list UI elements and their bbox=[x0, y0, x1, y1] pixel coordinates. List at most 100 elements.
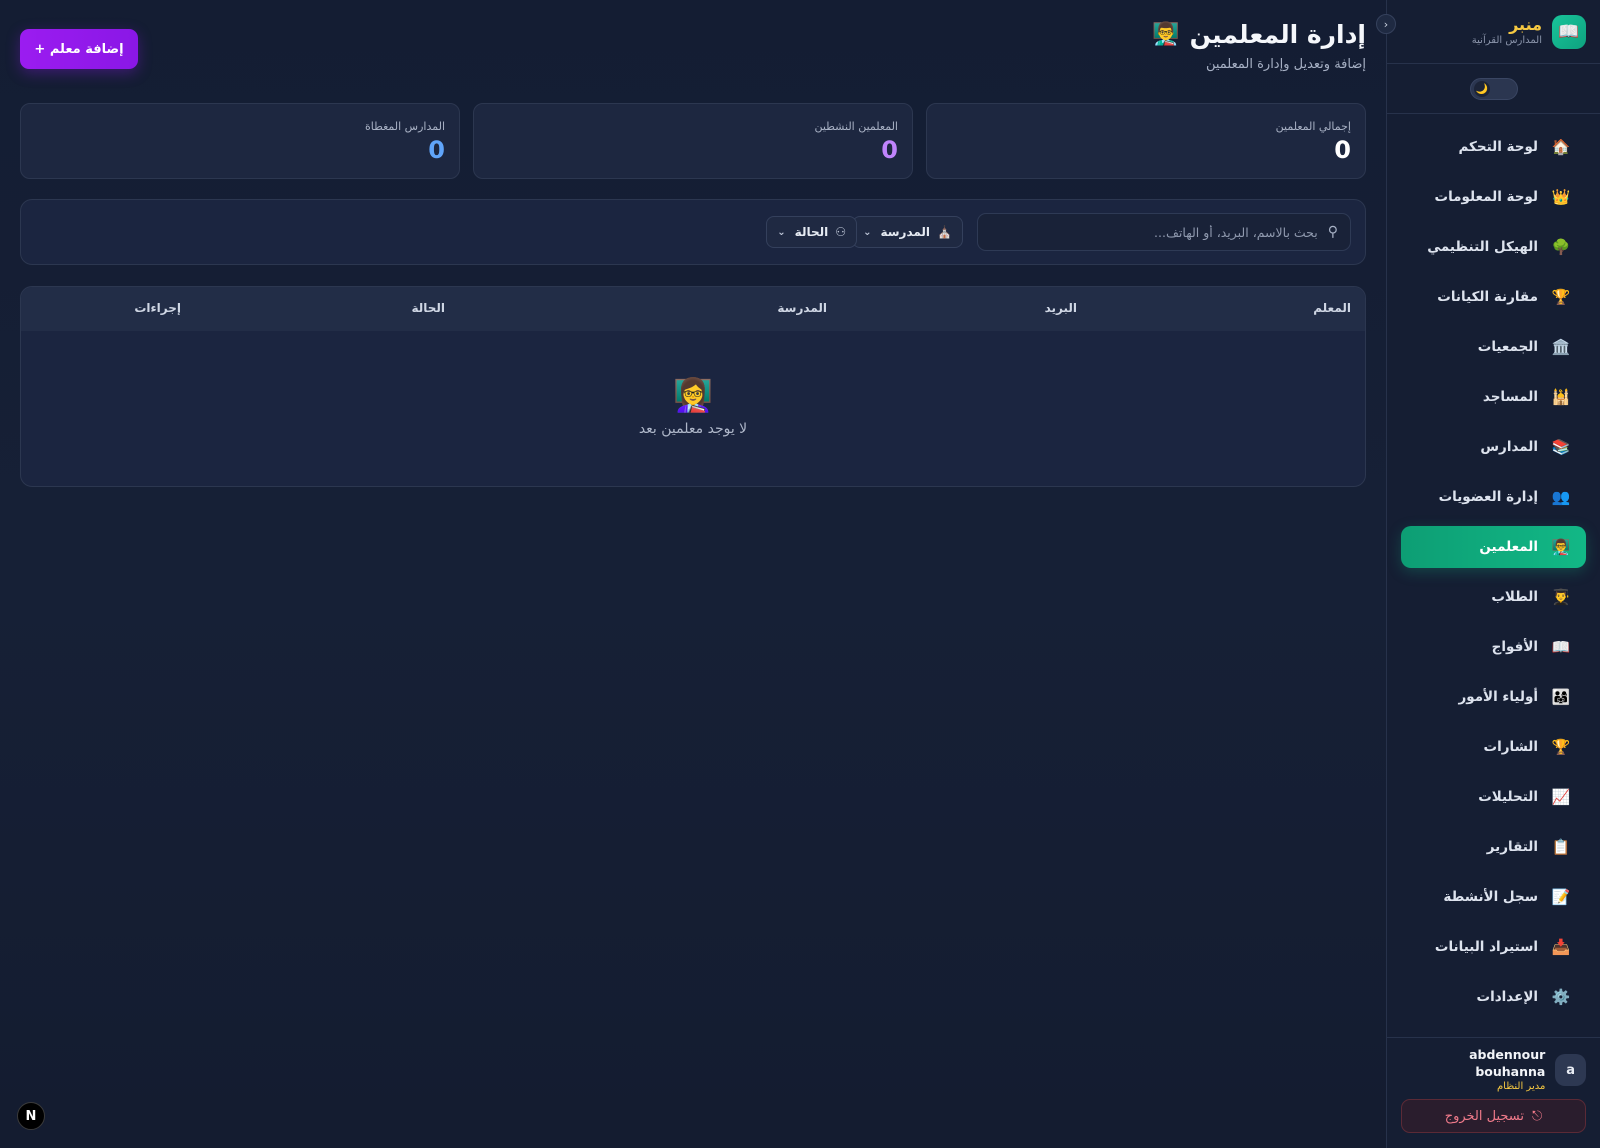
user-name: abdennour bouhanna bbox=[1469, 1047, 1546, 1079]
filter-bar: ⚲ ⛪ المدرسة ⌄ ⚇ الحالة ⌄ bbox=[20, 199, 1366, 265]
sidebar: › 📖 منبر المدارس القرآنية 🌙 🏠 لوحة التحكم… bbox=[1376, 0, 1600, 1148]
sidebar-item[interactable]: 🏛️ الجمعيات bbox=[1401, 326, 1586, 368]
sidebar-nav: 🏠 لوحة التحكم 👑 لوحة المعلومات 🌳 الهيكل التنظ… bbox=[1401, 126, 1586, 1026]
sidebar-item[interactable]: 👨‍👩‍👧 أولياء الأمور bbox=[1401, 676, 1586, 718]
search-input[interactable] bbox=[997, 224, 1318, 240]
school-filter-select[interactable]: ⛪ المدرسة ⌄ bbox=[852, 216, 963, 248]
column-header-email[interactable]: البريد bbox=[1045, 301, 1077, 315]
stat-card-covered-schools: المدارس المغطاة 0 bbox=[20, 103, 460, 179]
sidebar-item[interactable]: 🏆 مقارنة الكيانات bbox=[1401, 276, 1586, 318]
stat-value: 0 bbox=[428, 136, 445, 164]
sidebar-item-icon: 👨‍🎓 bbox=[1551, 588, 1571, 606]
column-header-teacher[interactable]: المعلم bbox=[1313, 301, 1351, 315]
sidebar-item-label: استيراد البيانات bbox=[1434, 939, 1538, 955]
teacher-icon: 👨‍🏫 bbox=[1152, 22, 1180, 47]
sidebar-item-icon: 🏛️ bbox=[1551, 338, 1571, 356]
sidebar-item[interactable]: 👑 لوحة المعلومات bbox=[1401, 176, 1586, 218]
sidebar-item[interactable]: 🏆 الشارات bbox=[1401, 726, 1586, 768]
brand[interactable]: 📖 منبر المدارس القرآنية bbox=[1401, 14, 1586, 50]
status-filter-select[interactable]: ⚇ الحالة ⌄ bbox=[766, 216, 857, 248]
sidebar-item-icon: 👥 bbox=[1551, 488, 1571, 506]
user-profile[interactable]: a abdennour bouhanna مدير النظام bbox=[1401, 1047, 1586, 1092]
sidebar-item-icon: ⚙️ bbox=[1551, 988, 1571, 1006]
stat-value: 0 bbox=[881, 136, 898, 164]
avatar: a bbox=[1555, 1054, 1586, 1086]
empty-state: 👩‍🏫 لا يوجد معلمين بعد bbox=[21, 375, 1365, 437]
moon-icon: 🌙 bbox=[1474, 81, 1490, 97]
sidebar-item-label: إدارة العضويات bbox=[1438, 489, 1538, 505]
chevron-right-icon: › bbox=[1383, 17, 1389, 31]
sidebar-item-label: المساجد bbox=[1482, 389, 1538, 405]
sidebar-item-icon: 🏆 bbox=[1551, 288, 1571, 306]
logout-label: تسجيل الخروج bbox=[1444, 1108, 1525, 1124]
sidebar-item[interactable]: 📖 الأفواج bbox=[1401, 626, 1586, 668]
sidebar-item[interactable]: 👨‍🏫 المعلمين bbox=[1401, 526, 1586, 568]
stats-row: إجمالي المعلمين 0 المعلمين النشطين 0 الم… bbox=[20, 103, 1366, 179]
sidebar-item-icon: 🌳 bbox=[1551, 238, 1571, 256]
sidebar-item-icon: 👨‍🏫 bbox=[1551, 538, 1571, 556]
stat-label: المدارس المغطاة bbox=[364, 120, 445, 133]
user-role: مدير النظام bbox=[1496, 1081, 1546, 1092]
sidebar-item-label: الهيكل التنظيمي bbox=[1427, 239, 1538, 255]
search-box[interactable]: ⚲ bbox=[977, 213, 1351, 251]
sidebar-item-icon: 📚 bbox=[1551, 438, 1571, 456]
sidebar-item-icon: 📖 bbox=[1551, 638, 1571, 656]
sidebar-item[interactable]: 🌳 الهيكل التنظيمي bbox=[1401, 226, 1586, 268]
brand-name: منبر bbox=[1509, 15, 1542, 34]
sidebar-item-icon: 🏆 bbox=[1551, 738, 1571, 756]
sidebar-item[interactable]: 🏠 لوحة التحكم bbox=[1401, 126, 1586, 168]
sidebar-item-label: الأفواج bbox=[1491, 639, 1538, 655]
chevron-down-icon: ⌄ bbox=[863, 226, 872, 238]
status-filter-label: الحالة bbox=[794, 225, 829, 239]
sidebar-item-label: لوحة المعلومات bbox=[1434, 189, 1539, 205]
sidebar-item[interactable]: 👨‍🎓 الطلاب bbox=[1401, 576, 1586, 618]
table-header: المعلم البريد المدرسة الحالة إجراءات bbox=[21, 287, 1365, 331]
sidebar-item-icon: 👨‍👩‍👧 bbox=[1551, 688, 1571, 706]
sidebar-collapse-button[interactable]: › bbox=[1376, 14, 1396, 34]
sidebar-item[interactable]: 🕌 المساجد bbox=[1401, 376, 1586, 418]
page-title: إدارة المعلمين bbox=[1189, 20, 1366, 49]
dev-tools-badge[interactable]: N bbox=[17, 1102, 45, 1130]
sidebar-item-label: التحليلات bbox=[1478, 789, 1538, 805]
sidebar-item[interactable]: 👥 إدارة العضويات bbox=[1401, 476, 1586, 518]
sidebar-item-icon: 📈 bbox=[1551, 788, 1571, 806]
sidebar-item-label: الطلاب bbox=[1491, 589, 1538, 605]
school-filter-label: المدرسة bbox=[880, 225, 931, 239]
sidebar-item[interactable]: 📝 سجل الأنشطة bbox=[1401, 876, 1586, 918]
sidebar-item-label: لوحة التحكم bbox=[1458, 139, 1538, 155]
stat-label: المعلمين النشطين bbox=[814, 120, 898, 133]
sidebar-item-icon: 📋 bbox=[1551, 838, 1571, 856]
sidebar-item-label: التقارير bbox=[1486, 839, 1538, 855]
sidebar-item-label: سجل الأنشطة bbox=[1443, 889, 1538, 905]
stat-card-active-teachers: المعلمين النشطين 0 bbox=[473, 103, 913, 179]
page-header: إدارة المعلمين 👨‍🏫 إضافة وتعديل وإدارة ا… bbox=[1152, 20, 1366, 72]
logout-button[interactable]: ⎋ تسجيل الخروج bbox=[1401, 1099, 1586, 1133]
sidebar-item[interactable]: 📋 التقارير bbox=[1401, 826, 1586, 868]
add-teacher-button[interactable]: + إضافة معلم bbox=[20, 29, 138, 69]
brand-subtitle: المدارس القرآنية bbox=[1471, 35, 1542, 46]
logout-icon: ⎋ bbox=[1532, 1108, 1543, 1124]
school-icon: ⛪ bbox=[937, 225, 952, 239]
sidebar-item-label: أولياء الأمور bbox=[1458, 689, 1538, 705]
sidebar-item-icon: 📥 bbox=[1551, 938, 1571, 956]
theme-toggle[interactable]: 🌙 bbox=[1470, 78, 1518, 100]
teacher-icon: 👩‍🏫 bbox=[673, 376, 713, 414]
sidebar-item[interactable]: 📚 المدارس bbox=[1401, 426, 1586, 468]
sidebar-item-label: الشارات bbox=[1483, 739, 1538, 755]
sidebar-item-label: الإعدادات bbox=[1476, 989, 1538, 1005]
sidebar-item-icon: 🏠 bbox=[1551, 138, 1571, 156]
column-header-status[interactable]: الحالة bbox=[411, 301, 445, 315]
user-check-icon: ⚇ bbox=[835, 225, 846, 239]
divider bbox=[1387, 113, 1600, 114]
sidebar-item-icon: 👑 bbox=[1551, 188, 1571, 206]
sidebar-item[interactable]: ⚙️ الإعدادات bbox=[1401, 976, 1586, 1018]
sidebar-item-label: الجمعيات bbox=[1477, 339, 1538, 355]
book-icon: 📖 bbox=[1552, 15, 1586, 49]
sidebar-item-label: المدارس bbox=[1480, 439, 1538, 455]
page-subtitle: إضافة وتعديل وإدارة المعلمين bbox=[1205, 57, 1366, 72]
chevron-down-icon: ⌄ bbox=[777, 226, 786, 238]
sidebar-item-icon: 🕌 bbox=[1551, 388, 1571, 406]
sidebar-item[interactable]: 📥 استيراد البيانات bbox=[1401, 926, 1586, 968]
sidebar-item[interactable]: 📈 التحليلات bbox=[1401, 776, 1586, 818]
column-header-school[interactable]: المدرسة bbox=[777, 301, 827, 315]
